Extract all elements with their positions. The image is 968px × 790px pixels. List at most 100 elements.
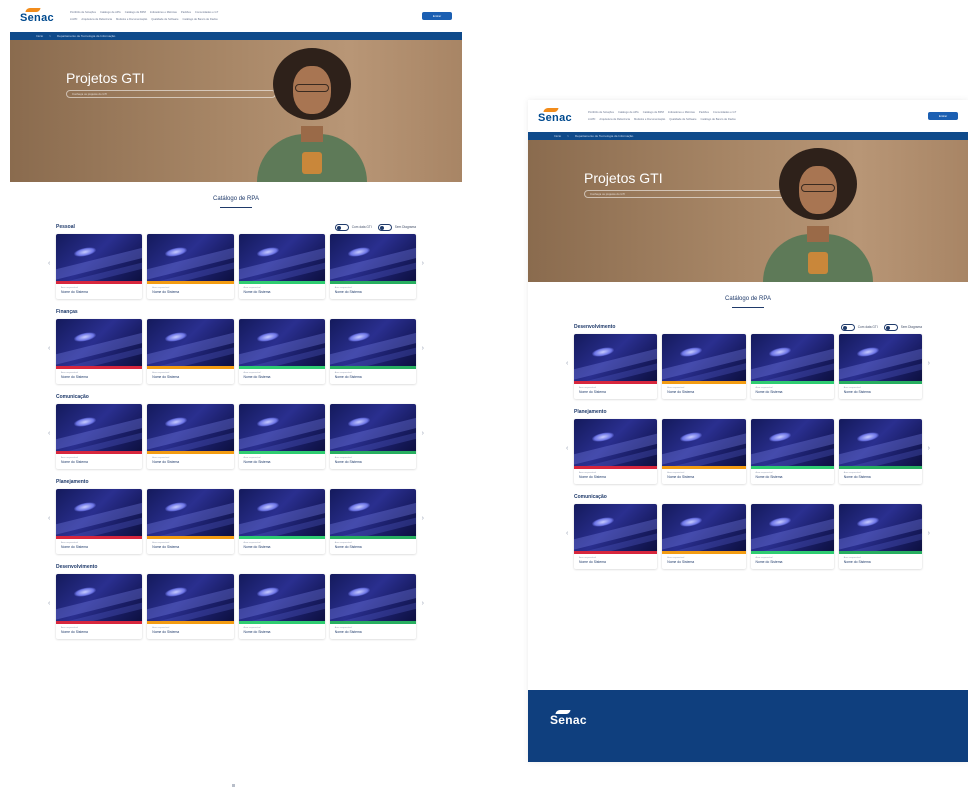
filter-toggle[interactable]: Sem Diagrama bbox=[377, 223, 416, 231]
project-card[interactable]: Área responsável Nome do Sistema bbox=[329, 574, 416, 639]
nav-link[interactable]: Comunidades e GT bbox=[195, 11, 218, 15]
filter-toggle[interactable]: Com data GTI bbox=[840, 323, 878, 331]
toggle-label: Com data GTI bbox=[351, 225, 372, 229]
nav-link[interactable]: Portifólio de Soluções bbox=[588, 111, 614, 115]
nav-link[interactable]: Indicadores e Métricas bbox=[668, 111, 695, 115]
project-card[interactable]: Área responsável Nome do Sistema bbox=[56, 234, 143, 299]
nav-link[interactable]: LGPD bbox=[70, 18, 77, 22]
carousel-next-icon[interactable]: › bbox=[422, 430, 424, 437]
project-card[interactable]: Área responsável Nome do Sistema bbox=[329, 234, 416, 299]
nav-link[interactable]: Catálogo de APIs bbox=[100, 11, 121, 15]
carousel-prev-icon[interactable]: ‹ bbox=[566, 445, 568, 452]
nav-link[interactable]: Catálogo de APIs bbox=[618, 111, 639, 115]
toggle-switch[interactable] bbox=[883, 323, 898, 331]
project-card[interactable]: Área responsável Nome do Sistema bbox=[750, 419, 834, 484]
project-card[interactable]: Área responsável Nome do Sistema bbox=[574, 504, 658, 569]
project-card[interactable]: Área responsável Nome do Sistema bbox=[574, 334, 658, 399]
card-body: Área responsável Nome do Sistema bbox=[56, 284, 142, 299]
nav-link[interactable]: Modelos e Documentação bbox=[116, 18, 147, 22]
project-card[interactable]: Área responsável Nome do Sistema bbox=[329, 489, 416, 554]
breadcrumb-home[interactable]: Início bbox=[554, 134, 561, 138]
project-card[interactable]: Área responsável Nome do Sistema bbox=[56, 574, 143, 639]
logo-text: Senac bbox=[20, 12, 54, 24]
section-title: Comunicação bbox=[574, 494, 607, 500]
project-card[interactable]: Área responsável Nome do Sistema bbox=[329, 404, 416, 469]
filter-toggle[interactable]: Com data GTI bbox=[334, 223, 372, 231]
senac-logo[interactable]: Senac bbox=[20, 8, 62, 24]
carousel-prev-icon[interactable]: ‹ bbox=[48, 430, 50, 437]
filter-toggle[interactable]: Sem Diagrama bbox=[883, 323, 922, 331]
project-card[interactable]: Área responsável Nome do Sistema bbox=[238, 574, 325, 639]
project-card[interactable]: Área responsável Nome do Sistema bbox=[238, 319, 325, 384]
project-card[interactable]: Área responsável Nome do Sistema bbox=[574, 419, 658, 484]
nav-link[interactable]: Portifólio de Soluções bbox=[70, 11, 96, 15]
nav-link[interactable]: Indicadores e Métricas bbox=[150, 11, 177, 15]
breadcrumb: Início > Departamento de Tecnologia da I… bbox=[528, 132, 968, 140]
hero-banner: Projetos GTI Conheça os projetos do GTI bbox=[10, 40, 462, 182]
project-card[interactable]: Área responsável Nome do Sistema bbox=[662, 419, 746, 484]
nav-link[interactable]: Catálogo de BPM bbox=[125, 11, 146, 15]
toggle-switch[interactable] bbox=[334, 223, 349, 231]
project-card[interactable]: Área responsável Nome do Sistema bbox=[838, 334, 922, 399]
project-card[interactable]: Área responsável Nome do Sistema bbox=[147, 234, 234, 299]
project-card[interactable]: Área responsável Nome do Sistema bbox=[147, 489, 234, 554]
project-card[interactable]: Área responsável Nome do Sistema bbox=[147, 404, 234, 469]
carousel-prev-icon[interactable]: ‹ bbox=[48, 345, 50, 352]
project-card[interactable]: Área responsável Nome do Sistema bbox=[147, 574, 234, 639]
card-body: Área responsável Nome do Sistema bbox=[751, 469, 834, 484]
carousel-next-icon[interactable]: › bbox=[422, 515, 424, 522]
card-carousel: Área responsável Nome do Sistema Área resp… bbox=[574, 419, 922, 484]
card-body: Área responsável Nome do Sistema bbox=[56, 539, 142, 554]
nav-link[interactable]: Padrões bbox=[181, 11, 191, 15]
nav-link[interactable]: Catálogo de BPM bbox=[643, 111, 664, 115]
nav-link[interactable]: Arquitetura de Referência bbox=[599, 118, 630, 122]
carousel-next-icon[interactable]: › bbox=[422, 260, 424, 267]
carousel-prev-icon[interactable]: ‹ bbox=[48, 260, 50, 267]
carousel-prev-icon[interactable]: ‹ bbox=[566, 360, 568, 367]
carousel-next-icon[interactable]: › bbox=[422, 345, 424, 352]
footer-logo[interactable]: Senac bbox=[550, 710, 592, 726]
project-card[interactable]: Área responsável Nome do Sistema bbox=[662, 334, 746, 399]
section-title: Finanças bbox=[56, 309, 78, 315]
nav-link[interactable]: Catálogo de Banco de Dados bbox=[701, 118, 736, 122]
page-mockup-short: Senac Portifólio de Soluções Catálogo de… bbox=[528, 100, 968, 762]
login-button[interactable]: Entrar bbox=[422, 12, 452, 20]
hero-title: Projetos GTI bbox=[584, 170, 663, 186]
carousel-next-icon[interactable]: › bbox=[928, 445, 930, 452]
project-card[interactable]: Área responsável Nome do Sistema bbox=[238, 234, 325, 299]
carousel-next-icon[interactable]: › bbox=[422, 600, 424, 607]
nav-link[interactable]: Modelos e Documentação bbox=[634, 118, 665, 122]
carousel-next-icon[interactable]: › bbox=[928, 530, 930, 537]
nav-link[interactable]: Catálogo de Banco de Dados bbox=[183, 18, 218, 22]
toggle-switch[interactable] bbox=[840, 323, 855, 331]
project-card[interactable]: Área responsável Nome do Sistema bbox=[238, 489, 325, 554]
project-card[interactable]: Área responsável Nome do Sistema bbox=[56, 319, 143, 384]
project-card[interactable]: Área responsável Nome do Sistema bbox=[662, 504, 746, 569]
login-button[interactable]: Entrar bbox=[928, 112, 958, 120]
project-card[interactable]: Área responsável Nome do Sistema bbox=[56, 404, 143, 469]
project-card[interactable]: Área responsável Nome do Sistema bbox=[329, 319, 416, 384]
breadcrumb-home[interactable]: Início bbox=[36, 34, 43, 38]
project-card[interactable]: Área responsável Nome do Sistema bbox=[750, 334, 834, 399]
project-card[interactable]: Área responsável Nome do Sistema bbox=[238, 404, 325, 469]
toggle-switch[interactable] bbox=[377, 223, 392, 231]
card-carousel: Área responsável Nome do Sistema Área resp… bbox=[56, 319, 416, 384]
project-card[interactable]: Área responsável Nome do Sistema bbox=[56, 489, 143, 554]
nav-link[interactable]: Arquitetura de Referência bbox=[81, 18, 112, 22]
card-thumbnail bbox=[750, 419, 834, 466]
project-card[interactable]: Área responsável Nome do Sistema bbox=[750, 504, 834, 569]
nav-link[interactable]: Padrões bbox=[699, 111, 709, 115]
project-card[interactable]: Área responsável Nome do Sistema bbox=[838, 419, 922, 484]
nav-link[interactable]: Qualidade de Software bbox=[151, 18, 178, 22]
nav-link[interactable]: LGPD bbox=[588, 118, 595, 122]
carousel-prev-icon[interactable]: ‹ bbox=[48, 515, 50, 522]
project-card[interactable]: Área responsável Nome do Sistema bbox=[147, 319, 234, 384]
carousel-next-icon[interactable]: › bbox=[928, 360, 930, 367]
carousel-prev-icon[interactable]: ‹ bbox=[48, 600, 50, 607]
card-title: Nome do Sistema bbox=[243, 290, 271, 294]
senac-logo[interactable]: Senac bbox=[538, 108, 580, 124]
nav-link[interactable]: Qualidade de Software bbox=[669, 118, 696, 122]
nav-link[interactable]: Comunidades e GT bbox=[713, 111, 736, 115]
project-card[interactable]: Área responsável Nome do Sistema bbox=[838, 504, 922, 569]
carousel-prev-icon[interactable]: ‹ bbox=[566, 530, 568, 537]
